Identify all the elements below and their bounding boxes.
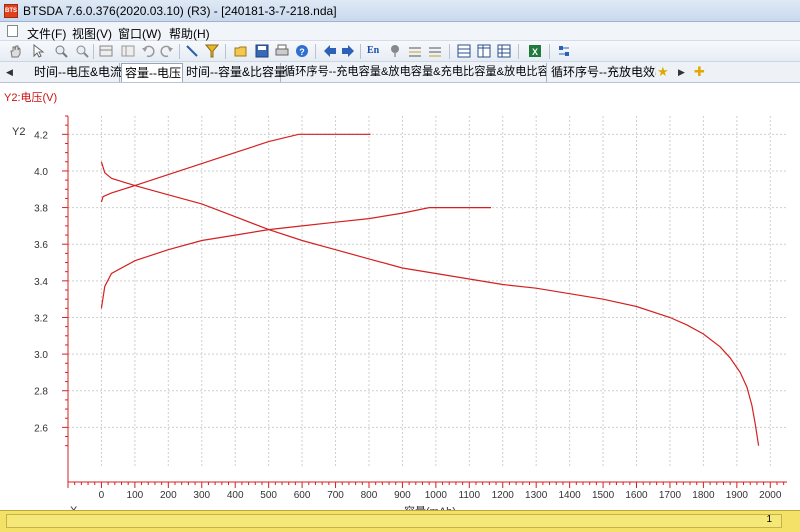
series-line-2 (100, 207, 491, 309)
tab-capacity-voltage[interactable]: 容量--电压 (121, 63, 183, 82)
tab-time-capacity[interactable]: 时间--容量&比容量 (183, 63, 286, 82)
settings-icon[interactable] (557, 44, 571, 58)
zoom-in-icon[interactable] (54, 44, 68, 58)
tab-scroll-right-icon[interactable]: ▶ (678, 67, 685, 78)
svg-text:X: X (532, 47, 538, 57)
x-tick-label: 1300 (525, 490, 548, 501)
layers-alt-icon[interactable] (428, 44, 442, 58)
open-folder-icon[interactable] (234, 44, 248, 58)
x-tick-label: 200 (160, 490, 177, 501)
tab-cycle-capacity[interactable]: 循环序号--充电容量&放电容量&充电比容量&放电比容量 (281, 63, 547, 82)
x-tick-label: 700 (327, 490, 344, 501)
forward-icon[interactable] (341, 44, 355, 58)
series-line-1 (100, 161, 760, 446)
x-tick-label: 1500 (592, 490, 615, 501)
print-icon[interactable] (275, 44, 289, 58)
x-tick-label: 1100 (459, 490, 481, 501)
table-alt-icon[interactable] (121, 44, 135, 58)
pin-icon[interactable] (388, 44, 402, 58)
grid-icon[interactable] (457, 44, 471, 58)
grid-report-icon[interactable] (497, 44, 511, 58)
y-tick-label: 3.8 (34, 204, 48, 215)
x-tick-label: 1800 (692, 490, 715, 501)
status-page-number: 1 (766, 514, 772, 525)
menu-bar: 文件(F) 视图(V) 窗口(W) 帮助(H) (0, 22, 800, 41)
y-tick-label: 3.0 (34, 350, 48, 361)
svg-text:?: ? (299, 47, 305, 57)
favorite-star-icon[interactable]: ★ (657, 64, 669, 80)
line-tool-icon[interactable] (185, 44, 199, 58)
x-tick-label: 1200 (492, 490, 515, 501)
table-icon[interactable] (99, 44, 113, 58)
menu-view[interactable]: 视图(V) (72, 25, 112, 42)
toolbar: ? En X (0, 41, 800, 62)
filter-icon[interactable] (205, 44, 219, 58)
window-title: BTSDA 7.6.0.376(2020.03.10) (R3) - [2401… (23, 4, 337, 18)
redo-icon[interactable] (160, 44, 174, 58)
back-icon[interactable] (323, 44, 337, 58)
y-axis-label: Y2 (12, 126, 25, 138)
y-tick-label: 2.6 (34, 423, 48, 434)
excel-icon[interactable]: X (528, 44, 542, 58)
tab-time-voltage-current[interactable]: 时间--电压&电流 (31, 63, 122, 82)
y-tick-label: 3.6 (34, 240, 48, 251)
pointer-icon[interactable] (31, 44, 45, 58)
x-tick-label: 1400 (559, 490, 582, 501)
chart-tab-strip: ◀ 时间--电压&电流 容量--电压 时间--容量&比容量 循环序号--充电容量… (0, 62, 800, 83)
title-bar: BTS BTSDA 7.6.0.376(2020.03.10) (R3) - [… (0, 0, 800, 22)
grid-alt-icon[interactable] (477, 44, 491, 58)
x-tick-label: 400 (227, 490, 244, 501)
series-line-0 (100, 133, 371, 203)
x-tick-label: 600 (294, 490, 311, 501)
save-icon[interactable] (255, 44, 269, 58)
y-tick-label: 4.2 (34, 130, 48, 141)
menu-help[interactable]: 帮助(H) (169, 25, 210, 42)
y-tick-label: 4.0 (34, 167, 48, 178)
menu-file[interactable]: 文件(F) (27, 25, 66, 42)
add-tab-star-icon[interactable]: ✚ (694, 64, 705, 80)
tab-scroll-left-icon[interactable]: ◀ (6, 67, 13, 78)
status-progress-cell (6, 514, 782, 528)
status-bar: 1 (0, 510, 800, 532)
x-tick-label: 800 (361, 490, 378, 501)
chart-area[interactable]: Y2:电压(V) 2.6 2.8 3.0 3.2 3.4 3.6 3.8 4.0 4.2 Y2 0 10… (0, 84, 800, 518)
voltage-capacity-chart: Y2:电压(V) 2.6 2.8 3.0 3.2 3.4 3.6 3.8 4.0 4.2 Y2 0 10… (4, 91, 787, 518)
y-tick-label: 3.2 (34, 313, 48, 324)
zoom-out-icon[interactable] (75, 44, 89, 58)
help-icon[interactable]: ? (295, 44, 309, 58)
x-tick-label: 0 (99, 490, 105, 501)
hand-icon[interactable] (8, 44, 22, 58)
layers-icon[interactable] (408, 44, 422, 58)
x-tick-label: 1900 (726, 490, 749, 501)
x-tick-label: 1000 (425, 490, 448, 501)
y-tick-label: 2.8 (34, 387, 48, 398)
menu-window[interactable]: 窗口(W) (118, 25, 161, 42)
x-tick-label: 900 (394, 490, 411, 501)
x-tick-label: 300 (193, 490, 210, 501)
undo-icon[interactable] (141, 44, 155, 58)
x-tick-label: 2000 (759, 490, 782, 501)
series-label: Y2:电压(V) (4, 91, 57, 104)
x-tick-label: 500 (260, 490, 277, 501)
x-tick-label: 100 (127, 490, 144, 501)
app-logo-icon[interactable]: BTS (4, 4, 18, 18)
y-tick-label: 3.4 (34, 277, 48, 288)
tab-cycle-efficiency[interactable]: 循环序号--充放电效率 (548, 63, 656, 82)
document-icon[interactable] (7, 25, 18, 37)
language-en-icon[interactable]: En (367, 44, 383, 58)
x-tick-label: 1600 (625, 490, 648, 501)
x-tick-label: 1700 (659, 490, 682, 501)
